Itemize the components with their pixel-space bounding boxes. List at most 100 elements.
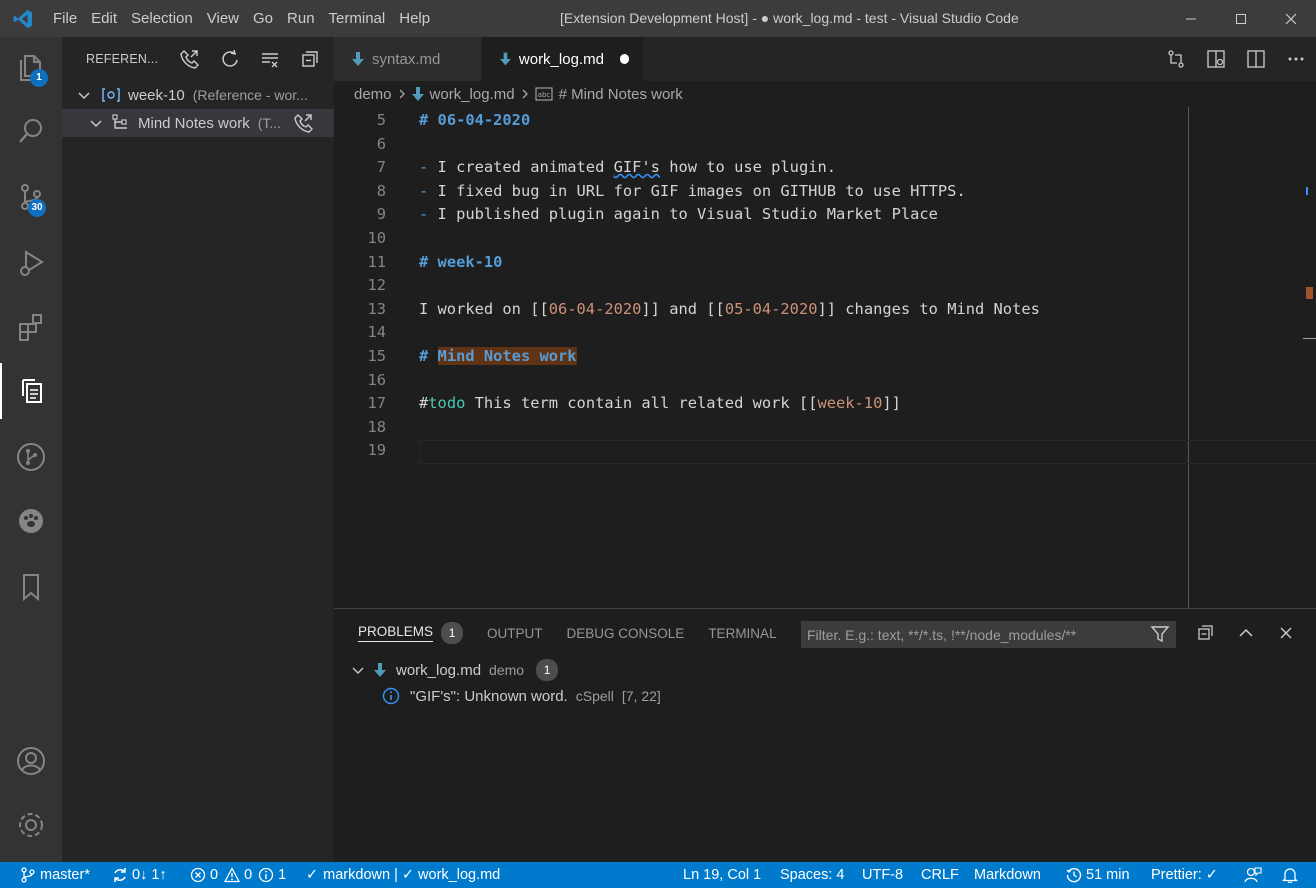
accounts-button[interactable]	[0, 733, 62, 789]
more-actions-button[interactable]	[1276, 37, 1316, 81]
menu-selection[interactable]: Selection	[124, 0, 200, 37]
paw-extension-button[interactable]	[0, 493, 62, 549]
code-line[interactable]: 14	[334, 321, 1316, 345]
code-line[interactable]: 5 # 06-04-2020	[334, 109, 1316, 133]
menu-edit[interactable]: Edit	[84, 0, 124, 37]
references-view-button[interactable]	[0, 363, 62, 419]
manage-button[interactable]	[0, 797, 62, 853]
cursor-position[interactable]: Ln 19, Col 1	[683, 862, 761, 888]
line-number: 13	[367, 299, 386, 318]
collapse-all-button[interactable]	[290, 37, 330, 81]
sync-status[interactable]: 0↓ 1↑	[112, 862, 167, 888]
notifications-button[interactable]	[1282, 862, 1302, 888]
check-icon: ✓	[306, 867, 319, 883]
tab-debug-console[interactable]: DEBUG CONSOLE	[567, 609, 685, 657]
line-number: 11	[367, 252, 386, 271]
code-line[interactable]: 19	[334, 439, 1316, 463]
references-sidebar: REFEREN... week-10 (Reference - wor... M…	[62, 37, 334, 862]
tree-item-week-10[interactable]: week-10 (Reference - wor...	[62, 81, 334, 109]
source-control-button[interactable]: 30	[0, 169, 62, 225]
indentation-status[interactable]: Spaces: 4	[780, 862, 845, 888]
extensions-button[interactable]	[0, 299, 62, 355]
tab-terminal[interactable]: TERMINAL	[708, 609, 776, 657]
unsaved-dot-icon[interactable]	[619, 54, 629, 64]
close-window-button[interactable]	[1266, 0, 1316, 37]
open-preview-button[interactable]	[1196, 37, 1236, 81]
line-content: #todo This term contain all related work…	[419, 392, 901, 416]
problem-file-name: work_log.md	[396, 661, 482, 679]
open-changes-button[interactable]	[1156, 37, 1196, 81]
code-line[interactable]: 18	[334, 416, 1316, 440]
bookmark-icon	[23, 574, 39, 602]
code-token: week-10	[817, 394, 883, 413]
code-line[interactable]: 17 #todo This term contain all related wo…	[334, 392, 1316, 416]
refresh-button[interactable]	[210, 37, 250, 81]
menu-terminal[interactable]: Terminal	[322, 0, 393, 37]
code-line[interactable]: 16	[334, 369, 1316, 393]
menu-file[interactable]: File	[46, 0, 84, 37]
call-hierarchy-button[interactable]	[170, 37, 210, 81]
code-editor[interactable]: 5 # 06-04-2020 6 7 - I created animated GIF'…	[334, 107, 1316, 608]
eol-status[interactable]: CRLF	[921, 862, 959, 888]
close-panel-button[interactable]	[1266, 609, 1306, 657]
branch-status[interactable]: master*	[20, 862, 90, 888]
maximize-button[interactable]	[1216, 0, 1266, 37]
tab-problems[interactable]: PROBLEMS 1	[358, 609, 464, 657]
encoding-status[interactable]: UTF-8	[862, 862, 903, 888]
code-line[interactable]: 11 # week-10	[334, 251, 1316, 275]
collapse-all-icon	[1198, 625, 1213, 640]
language-mode-status[interactable]: Markdown	[974, 862, 1041, 888]
editor-tabs: syntax.md work_log.md	[334, 37, 1316, 81]
code-token: #	[419, 394, 429, 413]
code-line[interactable]: 7 - I created animated GIF's how to use p…	[334, 156, 1316, 180]
code-token: 06-04-2020	[437, 111, 531, 129]
prettier-status[interactable]: Prettier: ✓	[1151, 862, 1218, 888]
run-debug-button[interactable]	[0, 235, 62, 291]
tab-work-log-md[interactable]: work_log.md	[482, 37, 644, 81]
problems-file-row[interactable]: work_log.md demo 1	[334, 657, 1316, 683]
breadcrumb-symbol[interactable]: # Mind Notes work	[559, 86, 683, 103]
bookmarks-button[interactable]	[0, 559, 62, 615]
code-line[interactable]: 9 - I published plugin again to Visual St…	[334, 203, 1316, 227]
code-line[interactable]: 15 # Mind Notes work	[334, 345, 1316, 369]
git-graph-button[interactable]	[0, 429, 62, 485]
sidebar-header: REFEREN...	[62, 37, 334, 81]
menu-run[interactable]: Run	[280, 0, 322, 37]
code-line[interactable]: 10	[334, 227, 1316, 251]
phone-icon[interactable]	[294, 113, 314, 133]
problem-item[interactable]: "GIF's": Unknown word. cSpell [7, 22]	[334, 683, 1316, 709]
split-editor-button[interactable]	[1236, 37, 1276, 81]
tab-syntax-md[interactable]: syntax.md	[334, 37, 482, 81]
collapse-all-button[interactable]	[1186, 609, 1226, 657]
code-line[interactable]: 13 I worked on [[06-04-2020]] and [[05-04…	[334, 298, 1316, 322]
code-line[interactable]: 6	[334, 133, 1316, 157]
tab-label: PROBLEMS	[358, 624, 434, 642]
feedback-button[interactable]	[1244, 862, 1266, 888]
clear-results-button[interactable]	[250, 37, 290, 81]
search-button[interactable]	[0, 103, 62, 159]
maximize-panel-button[interactable]	[1226, 609, 1266, 657]
code-line[interactable]: 8 - I fixed bug in URL for GIF images on …	[334, 180, 1316, 204]
tree-item-mind-notes-work[interactable]: Mind Notes work (T...	[62, 109, 334, 137]
timer-status[interactable]: 51 min	[1066, 862, 1130, 888]
preview-icon	[1207, 50, 1225, 68]
search-icon	[19, 119, 42, 143]
branch-name: master*	[40, 867, 90, 883]
tab-output[interactable]: OUTPUT	[487, 609, 543, 657]
chevron-down-icon	[78, 92, 90, 99]
breadcrumb-folder[interactable]: demo	[354, 86, 392, 103]
problems-status[interactable]: 0 0 1	[190, 862, 286, 888]
problems-filter-input[interactable]: Filter. E.g.: text, **/*.ts, !**/node_mo…	[801, 621, 1176, 648]
line-number: 19	[367, 441, 386, 460]
filter-icon[interactable]	[1150, 624, 1170, 644]
line-number: 14	[367, 323, 386, 342]
split-editor-icon	[1247, 50, 1265, 68]
language-check-status[interactable]: ✓ markdown | ✓ work_log.md	[306, 862, 500, 888]
menu-help[interactable]: Help	[392, 0, 437, 37]
breadcrumb-file[interactable]: work_log.md	[430, 86, 515, 103]
menu-go[interactable]: Go	[246, 0, 280, 37]
code-line[interactable]: 12	[334, 274, 1316, 298]
explorer-button[interactable]: 1	[0, 39, 62, 95]
menu-view[interactable]: View	[200, 0, 246, 37]
minimize-button[interactable]	[1166, 0, 1216, 37]
